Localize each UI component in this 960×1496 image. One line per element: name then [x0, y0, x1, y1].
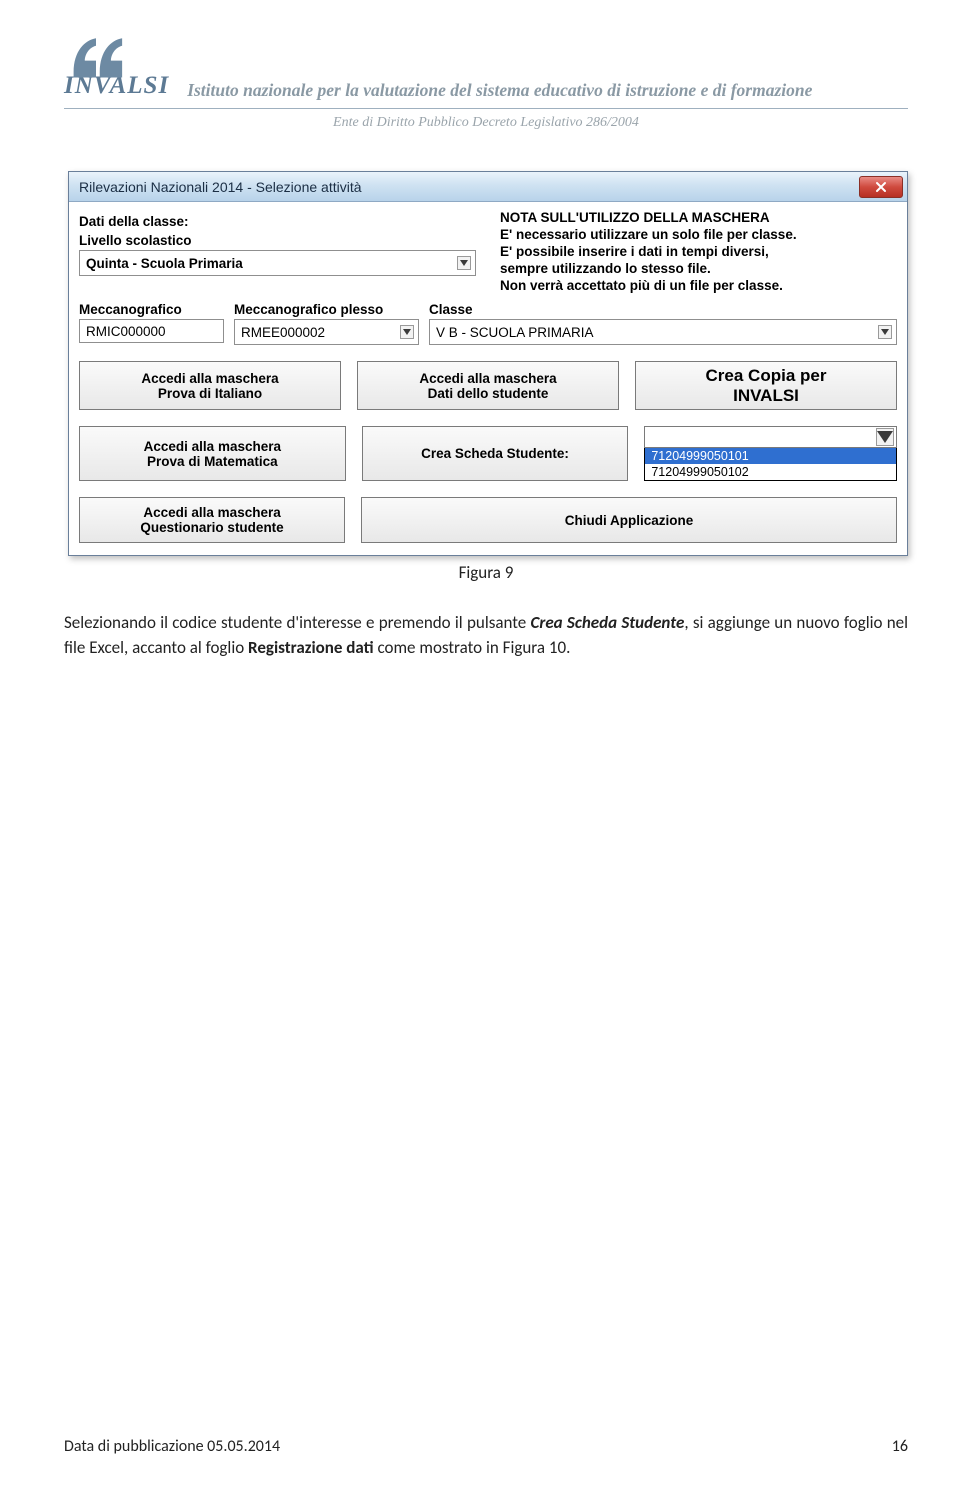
- chevron-down-icon: [876, 428, 894, 446]
- label-dati-classe: Dati della classe:: [79, 214, 476, 229]
- btn-chiudi-applicazione[interactable]: Chiudi Applicazione: [361, 497, 897, 543]
- label-plesso: Meccanografico plesso: [234, 302, 419, 317]
- btn-maschera-dati-studente[interactable]: Accedi alla maschera Dati dello studente: [357, 361, 619, 410]
- quote-icon: [68, 30, 124, 82]
- btn-crea-scheda-studente[interactable]: Crea Scheda Studente:: [362, 426, 629, 481]
- classe-value: V B - SCUOLA PRIMARIA: [436, 325, 594, 340]
- figure-caption: Figura 9: [64, 562, 908, 583]
- header-subtagline: Ente di Diritto Pubblico Decreto Legisla…: [64, 115, 908, 131]
- note-line-5: Non verrà accettato più di un file per c…: [500, 278, 897, 295]
- btn-maschera-matematica[interactable]: Accedi alla maschera Prova di Matematica: [79, 426, 346, 481]
- btn-maschera-questionario[interactable]: Accedi alla maschera Questionario studen…: [79, 497, 345, 543]
- body-paragraph: Selezionando il codice studente d'intere…: [64, 611, 908, 660]
- livello-value: Quinta - Scuola Primaria: [86, 256, 243, 271]
- page-footer: Data di pubblicazione 05.05.2014 16: [64, 1437, 908, 1456]
- plesso-value: RMEE000002: [241, 325, 325, 340]
- dropdown-option-selected[interactable]: 71204999050101: [645, 448, 896, 464]
- btn-maschera-italiano[interactable]: Accedi alla maschera Prova di Italiano: [79, 361, 341, 410]
- page-header: INVALSI Istituto nazionale per la valuta…: [64, 64, 908, 131]
- livello-select[interactable]: Quinta - Scuola Primaria: [79, 250, 476, 276]
- chevron-down-icon: [400, 325, 414, 339]
- studente-dropdown-list: 71204999050101 71204999050102: [644, 448, 897, 481]
- window-titlebar: Rilevazioni Nazionali 2014 - Selezione a…: [69, 172, 907, 202]
- meccanografico-field[interactable]: RMIC000000: [79, 319, 224, 343]
- header-tagline: Istituto nazionale per la valutazione de…: [187, 81, 908, 100]
- note-line-2: E' necessario utilizzare un solo file pe…: [500, 227, 897, 244]
- dropdown-option[interactable]: 71204999050102: [645, 464, 896, 480]
- label-classe: Classe: [429, 302, 897, 317]
- footer-date: Data di pubblicazione 05.05.2014: [64, 1437, 280, 1456]
- close-icon: [875, 181, 887, 193]
- label-livello: Livello scolastico: [79, 233, 476, 248]
- page-number: 16: [892, 1437, 908, 1456]
- chevron-down-icon: [878, 325, 892, 339]
- window-title: Rilevazioni Nazionali 2014 - Selezione a…: [79, 179, 362, 195]
- classe-select[interactable]: V B - SCUOLA PRIMARIA: [429, 319, 897, 345]
- plesso-select[interactable]: RMEE000002: [234, 319, 419, 345]
- app-window: Rilevazioni Nazionali 2014 - Selezione a…: [68, 171, 908, 556]
- note-line-1: NOTA SULL'UTILIZZO DELLA MASCHERA: [500, 210, 897, 227]
- btn-crea-copia-invalsi[interactable]: Crea Copia per INVALSI: [635, 361, 897, 410]
- note-line-4: sempre utilizzando lo stesso file.: [500, 261, 897, 278]
- header-rule: [64, 108, 908, 109]
- label-meccanografico: Meccanografico: [79, 302, 224, 317]
- note-line-3: E' possibile inserire i dati in tempi di…: [500, 244, 897, 261]
- chevron-down-icon: [457, 256, 471, 270]
- window-close-button[interactable]: [859, 176, 903, 198]
- studente-dropdown[interactable]: 71204999050101 71204999050102: [644, 426, 897, 481]
